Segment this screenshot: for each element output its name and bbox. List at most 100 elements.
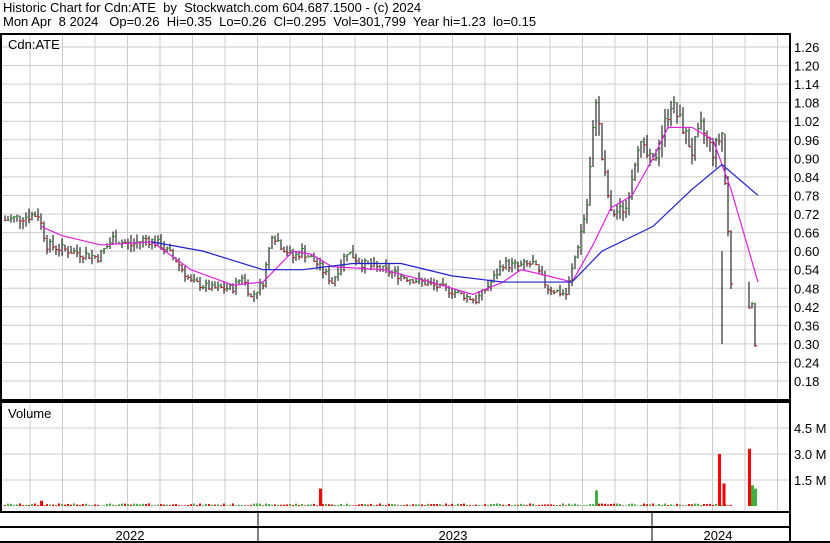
volume-bar [79, 504, 81, 506]
volume-bar [484, 504, 486, 506]
volume-bar [613, 503, 615, 506]
volume-bar [640, 505, 642, 506]
volume-bar [682, 505, 684, 506]
volume-bar [643, 503, 645, 506]
volume-bar [715, 503, 717, 506]
volume-bar [670, 504, 672, 506]
volume-bar [619, 503, 621, 506]
volume-bar [421, 504, 423, 506]
volume-bar [100, 505, 102, 506]
volume-bar [169, 505, 171, 506]
volume-bar [82, 504, 84, 506]
volume-bar [709, 503, 711, 506]
volume-bar [73, 503, 75, 506]
volume-bar [580, 505, 582, 506]
volume-bar [568, 503, 570, 506]
volume-bar [373, 505, 375, 506]
volume-bar [700, 504, 702, 506]
volume-bar [661, 504, 663, 506]
y-tick-label: 0.60 [794, 244, 819, 259]
volume-bar [46, 504, 48, 506]
volume-bar [61, 504, 63, 506]
volume-bar [118, 504, 120, 506]
volume-bar [4, 504, 6, 506]
volume-bar [271, 504, 273, 506]
volume-bar [688, 504, 690, 506]
volume-bar [448, 505, 450, 506]
volume-bar [562, 503, 564, 506]
volume-bar [409, 505, 411, 506]
moving-average-long [151, 163, 759, 283]
volume-bar [85, 503, 87, 506]
volume-tick-label: 1.5 M [794, 473, 827, 488]
volume-bar [268, 504, 270, 506]
volume-bar [652, 503, 654, 506]
volume-spike-bar [319, 488, 322, 506]
x-tick-label: 2023 [439, 528, 468, 543]
y-tick-label: 0.48 [794, 281, 819, 296]
volume-bar [625, 505, 627, 506]
volume-bar [637, 505, 639, 506]
volume-bar [322, 504, 324, 506]
volume-bar [634, 504, 636, 506]
volume-bar [193, 503, 195, 506]
volume-bar [367, 504, 369, 506]
volume-bar [337, 504, 339, 506]
y-tick-label: 0.96 [794, 133, 819, 148]
volume-bar [475, 504, 477, 506]
volume-label: Volume [8, 406, 51, 421]
volume-bar [121, 503, 123, 506]
volume-bar [586, 505, 588, 506]
volume-spike-bar [748, 448, 751, 506]
volume-bar [628, 504, 630, 506]
volume-bar [370, 503, 372, 506]
volume-bar [430, 504, 432, 506]
volume-bar [172, 504, 174, 506]
volume-bar [691, 504, 693, 506]
volume-bar [217, 504, 219, 506]
volume-bar [97, 504, 99, 506]
volume-bar [388, 503, 390, 506]
volume-bar [529, 503, 531, 506]
volume-bar [283, 504, 285, 506]
volume-bar [607, 504, 609, 506]
volume-bar [244, 505, 246, 506]
y-tick-label: 0.42 [794, 300, 819, 315]
volume-bar [493, 503, 495, 506]
volume-bar [220, 505, 222, 506]
volume-bar [190, 504, 192, 506]
volume-bar [31, 503, 33, 506]
volume-bar [256, 503, 258, 506]
volume-bar [145, 503, 147, 506]
volume-bar [502, 504, 504, 506]
volume-spike-bar [754, 488, 757, 506]
volume-bar [679, 504, 681, 506]
volume-bar [265, 503, 267, 506]
volume-bar [676, 503, 678, 506]
y-tick-label: 0.30 [794, 337, 819, 352]
volume-bar [109, 503, 111, 506]
volume-bar [517, 504, 519, 506]
volume-bar [406, 504, 408, 506]
volume-bar [286, 504, 288, 506]
volume-bar [247, 505, 249, 506]
volume-bar [334, 504, 336, 506]
volume-bar [301, 503, 303, 506]
volume-bar [658, 504, 660, 506]
volume-bar [340, 503, 342, 506]
volume-tick-label: 4.5 M [794, 421, 827, 436]
volume-spike-bar [718, 454, 721, 506]
volume-bar [10, 503, 12, 506]
volume-bar [142, 503, 144, 506]
volume-bar [238, 504, 240, 506]
volume-bar [523, 504, 525, 506]
volume-bar [439, 504, 441, 506]
volume-bar [343, 505, 345, 506]
volume-bar [655, 505, 657, 506]
volume-bar [262, 505, 264, 506]
volume-bar [712, 504, 714, 506]
volume-bar [37, 504, 39, 506]
volume-bar [358, 504, 360, 506]
volume-bar [76, 504, 78, 506]
volume-bar [115, 505, 117, 506]
